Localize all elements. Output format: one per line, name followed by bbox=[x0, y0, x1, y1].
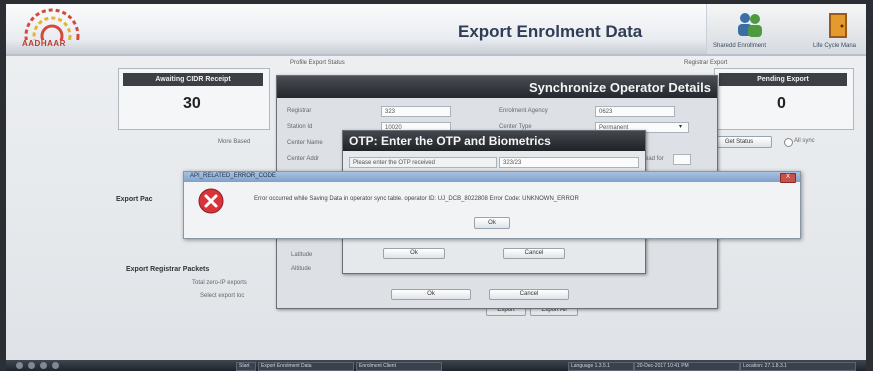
error-dialog-title: API_RELATED_ERROR_CODE bbox=[190, 173, 276, 179]
otp-cancel-button[interactable]: Cancel bbox=[503, 248, 565, 259]
users-icon[interactable] bbox=[735, 10, 765, 38]
all-sync-label: All sync bbox=[794, 138, 815, 144]
awaiting-cidr-label: Awaiting CIDR Receipt bbox=[123, 73, 263, 86]
station-id-label: Station Id bbox=[287, 124, 313, 130]
app-window: AADHAAR Export Enrolment Data Sharedd En… bbox=[6, 4, 866, 360]
taskbar-item-start[interactable]: Start bbox=[236, 362, 256, 371]
center-name-label: Center Name bbox=[287, 140, 323, 146]
pending-export-count: 0 bbox=[777, 95, 786, 112]
otp-dialog-titlebar: OTP: Enter the OTP and Biometrics bbox=[343, 131, 645, 151]
awaiting-cidr-panel: Awaiting CIDR Receipt 30 bbox=[118, 68, 270, 130]
folder-icon[interactable] bbox=[40, 362, 47, 369]
more-based-label: More Based bbox=[218, 139, 251, 145]
header-actions: Sharedd Enrollment Life Cycle Mana bbox=[706, 4, 866, 54]
logo-text: AADHAAR bbox=[22, 39, 66, 48]
enrolment-agency-label: Enrolment Agency bbox=[499, 108, 548, 114]
awaiting-cidr-count: 30 bbox=[183, 95, 201, 112]
sync-ok-button[interactable]: Ok bbox=[391, 289, 471, 300]
total-exports-label: Total zero-IP exports bbox=[192, 280, 247, 286]
taskbar-item-client[interactable]: Enrolment Client bbox=[356, 362, 442, 371]
start-icon[interactable] bbox=[16, 362, 23, 369]
latitude-label: Latitude bbox=[291, 252, 313, 258]
app-header: AADHAAR Export Enrolment Data Sharedd En… bbox=[6, 4, 866, 64]
media-icon[interactable] bbox=[52, 362, 59, 369]
registrar-field[interactable]: 323 bbox=[381, 106, 451, 117]
read-for-label: read for bbox=[643, 156, 664, 162]
otp-ok-button[interactable]: Ok bbox=[383, 248, 445, 259]
aadhaar-logo: AADHAAR bbox=[10, 6, 96, 64]
taskbar: Start Export Enrolment Data Enrolment Cl… bbox=[6, 360, 866, 371]
enrolment-agency-field[interactable]: 0623 bbox=[595, 106, 675, 117]
all-sync-radio[interactable] bbox=[784, 138, 793, 147]
registrar-label: Registrar bbox=[287, 108, 312, 114]
error-ok-button[interactable]: Ok bbox=[474, 217, 510, 229]
otp-input[interactable]: 323/23 bbox=[499, 157, 639, 168]
pending-export-label: Pending Export bbox=[719, 73, 847, 86]
error-dialog-titlebar: API_RELATED_ERROR_CODE X bbox=[184, 172, 800, 183]
otp-dialog-title: OTP: Enter the OTP and Biometrics bbox=[349, 134, 551, 148]
sync-dialog-title: Synchronize Operator Details bbox=[528, 80, 711, 95]
pending-export-panel: Pending Export 0 bbox=[714, 68, 854, 130]
close-icon[interactable]: X bbox=[780, 173, 796, 183]
profile-export-legend: Profile Export Status bbox=[288, 60, 347, 66]
export-registrar-label: Export Registrar Packets bbox=[126, 266, 210, 273]
life-cycle-link[interactable]: Life Cycle Mana bbox=[813, 43, 856, 49]
taskbar-item-datetime: 20-Dec-2017 10:41 PM bbox=[634, 362, 740, 371]
center-address-label: Center Addr bbox=[287, 156, 320, 162]
error-icon bbox=[198, 188, 224, 214]
taskbar-item-export[interactable]: Export Enrolment Data bbox=[258, 362, 354, 371]
sync-cancel-button[interactable]: Cancel bbox=[489, 289, 569, 300]
read-for-field[interactable] bbox=[673, 154, 691, 165]
exit-door-icon[interactable] bbox=[825, 10, 853, 40]
error-message: Error occurred while Saving Data in oper… bbox=[254, 196, 579, 202]
browser-icon[interactable] bbox=[28, 362, 35, 369]
shared-enrollment-link[interactable]: Sharedd Enrollment bbox=[713, 43, 766, 49]
otp-prompt: Please enter the OTP received bbox=[349, 157, 497, 168]
select-export-location-label: Select export loc bbox=[200, 293, 245, 299]
altitude-label: Altitude bbox=[291, 266, 312, 272]
error-dialog: API_RELATED_ERROR_CODE X Error occurred … bbox=[183, 171, 801, 239]
registrar-export-legend: Registrar Export bbox=[682, 60, 730, 66]
export-packets-label: Export Pac bbox=[116, 196, 153, 203]
page-title: Export Enrolment Data bbox=[458, 22, 643, 41]
taskbar-item-location: Location: 27.1.8.3.1 bbox=[740, 362, 856, 371]
chevron-down-icon: ▾ bbox=[679, 124, 683, 130]
taskbar-item-language: Language 1.3.5.1 bbox=[568, 362, 634, 371]
sync-dialog-titlebar: Synchronize Operator Details bbox=[277, 76, 717, 98]
